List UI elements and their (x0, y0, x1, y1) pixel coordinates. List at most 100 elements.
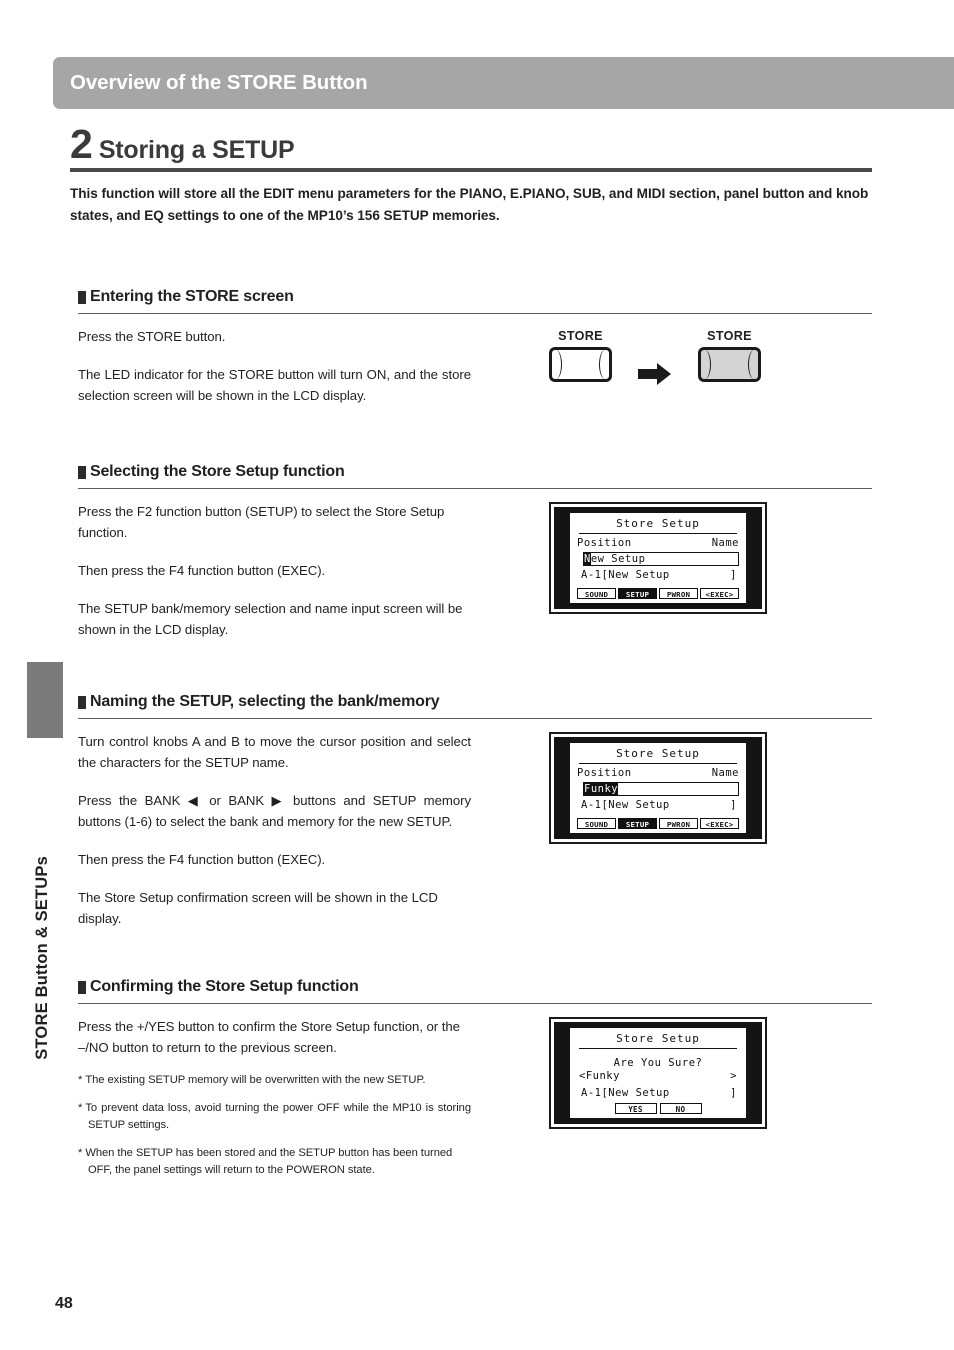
section-body: Turn control knobs A and B to move the c… (78, 732, 872, 929)
lcd-title: Store Setup (579, 748, 737, 765)
lcd-function-key-row: SOUND SETUP PWRON <EXEC> (577, 585, 739, 600)
store-button-off-unit: STORE (549, 329, 612, 383)
page-header-title: Overview of the STORE Button (70, 71, 368, 94)
lcd-fkey-setup[interactable]: SETUP (618, 818, 657, 830)
section-text-column: Turn control knobs A and B to move the c… (78, 732, 471, 929)
lcd-fkey-pwron[interactable]: PWRON (659, 588, 698, 600)
section-heading-text: Naming the SETUP, selecting the bank/mem… (90, 693, 440, 710)
section-rule (78, 488, 872, 490)
footnote-text: When the SETUP has been stored and the S… (85, 1147, 453, 1177)
lcd-bezel-frame: Store Setup Are You Sure? <Funky > A-1[N… (554, 1022, 762, 1125)
chapter-description: This function will store all the EDIT me… (70, 186, 869, 224)
lcd-label-position: Position (577, 767, 632, 780)
footnote: * To prevent data loss, avoid turning the… (78, 1100, 471, 1134)
lcd-slot-right: ] (730, 798, 737, 811)
section-marker-icon (78, 465, 86, 479)
store-button-figure: STORE STORE (549, 327, 761, 407)
lcd-slot-left: A-1[New Setup (581, 1087, 670, 1100)
section-rule (78, 718, 872, 720)
lcd-confirm-value-left: <Funky (579, 1070, 620, 1083)
lcd-title: Store Setup (579, 518, 737, 535)
lcd-label-name: Name (711, 537, 739, 550)
footnote-star-icon: * (78, 1074, 83, 1087)
footnote-star-icon: * (78, 1147, 83, 1160)
store-button-on-graphic (698, 347, 761, 383)
chapter-number: 2 (70, 121, 93, 167)
lcd-function-key-row: SOUND SETUP PWRON <EXEC> (577, 815, 739, 830)
button-bevel-left (552, 350, 562, 380)
section-text-column: Press the +/YES button to confirm the St… (78, 1017, 471, 1190)
footnote-star-icon: * (78, 1102, 83, 1115)
paragraph: Press the +/YES button to confirm the St… (78, 1019, 460, 1056)
paragraph: Turn control knobs A and B to move the c… (78, 734, 471, 771)
store-button-off-graphic (549, 347, 612, 383)
lcd-slot-left: A-1[New Setup (581, 568, 670, 581)
lcd-name-rest: ew Setup (590, 552, 646, 565)
lcd-slot-right: ] (730, 568, 737, 581)
section-entering-store-screen: Entering the STORE screen Press the STOR… (78, 288, 872, 407)
lcd-fkey-sound[interactable]: SOUND (577, 588, 616, 600)
lcd-fkey-setup[interactable]: SETUP (618, 588, 657, 600)
chapter-rule (70, 168, 872, 172)
section-marker-icon (78, 290, 86, 304)
lcd-field-labels: Position Name (577, 537, 739, 550)
lcd-name-cursor: N (584, 552, 591, 565)
footnote: * When the SETUP has been stored and the … (78, 1145, 471, 1179)
store-button-on-unit: STORE (698, 329, 761, 383)
section-marker-icon (78, 980, 86, 994)
paragraph: The Store Setup confirmation screen will… (78, 889, 438, 926)
paragraph: Press the F2 function button (SETUP) to … (78, 504, 445, 541)
arrow-right-icon (638, 362, 672, 390)
lcd-slot-right: ] (730, 1087, 737, 1100)
lcd-bezel-frame: Store Setup Position Name Funky A-1[New … (554, 737, 762, 840)
paragraph: The LED indicator for the STORE button w… (78, 367, 471, 404)
section-text-column: Press the STORE button. The LED indicato… (78, 327, 471, 407)
section-heading: Naming the SETUP, selecting the bank/mem… (78, 693, 872, 711)
section-heading: Entering the STORE screen (78, 288, 872, 306)
lcd-display-confirm: Store Setup Are You Sure? <Funky > A-1[N… (549, 1017, 767, 1130)
section-text-column: Press the F2 function button (SETUP) to … (78, 502, 471, 640)
lcd-display-naming-setup: Store Setup Position Name Funky A-1[New … (549, 732, 767, 845)
paragraph: Press the STORE button. (78, 329, 226, 345)
lcd-field-labels: Position Name (577, 767, 739, 780)
lcd-name-input[interactable]: Funky (583, 781, 739, 796)
lcd-slot-row: A-1[New Setup ] (581, 1087, 737, 1100)
lcd-name-input[interactable]: New Setup (583, 551, 739, 566)
lcd-title: Store Setup (579, 1033, 737, 1050)
section-selecting-store-setup: Selecting the Store Setup function Press… (78, 463, 872, 641)
lcd-fkey-sound[interactable]: SOUND (577, 818, 616, 830)
section-figure-column: Store Setup Are You Sure? <Funky > A-1[N… (471, 1017, 872, 1190)
store-button-on-caption: STORE (707, 329, 752, 344)
lcd-screen: Store Setup Position Name Funky A-1[New … (570, 743, 746, 834)
lcd-button-yes[interactable]: YES (614, 1103, 657, 1115)
lcd-button-no[interactable]: NO (659, 1103, 702, 1115)
section-body: Press the STORE button. The LED indicato… (78, 327, 872, 407)
section-body: Press the +/YES button to confirm the St… (78, 1017, 872, 1190)
lcd-display-store-setup: Store Setup Position Name New Setup A-1[… (549, 502, 767, 615)
section-figure-column: Store Setup Position Name Funky A-1[New … (471, 732, 872, 929)
section-naming-setup: Naming the SETUP, selecting the bank/mem… (78, 693, 872, 929)
section-rule (78, 313, 872, 315)
section-heading-text: Confirming the Store Setup function (90, 978, 359, 995)
section-heading-text: Selecting the Store Setup function (90, 463, 345, 480)
lcd-fkey-exec[interactable]: <EXEC> (700, 588, 739, 600)
lcd-slot-left: A-1[New Setup (581, 798, 670, 811)
paragraph: Press the BANK ◀ or BANK ▶ buttons and S… (78, 793, 471, 829)
section-heading: Confirming the Store Setup function (78, 978, 872, 996)
lcd-fkey-pwron[interactable]: PWRON (659, 818, 698, 830)
lcd-screen: Store Setup Are You Sure? <Funky > A-1[N… (570, 1028, 746, 1119)
store-button-off-caption: STORE (558, 329, 603, 344)
sidebar-chapter-tab (27, 662, 63, 738)
footnote-text: To prevent data loss, avoid turning the … (85, 1102, 471, 1132)
chapter-title-row: 2 Storing a SETUP (70, 121, 872, 167)
lcd-bezel-frame: Store Setup Position Name New Setup A-1[… (554, 507, 762, 610)
paragraph: The SETUP bank/memory selection and name… (78, 600, 463, 637)
lcd-yesno-row: YES NO (577, 1100, 739, 1115)
lcd-slot-row: A-1[New Setup ] (581, 799, 737, 812)
lcd-name-cursor: Funky (584, 782, 619, 795)
lcd-confirm-value-row: <Funky > (579, 1070, 737, 1083)
button-bevel-left (701, 350, 711, 380)
lcd-fkey-exec[interactable]: <EXEC> (700, 818, 739, 830)
paragraph: Then press the F4 function button (EXEC)… (78, 851, 326, 867)
section-body: Press the F2 function button (SETUP) to … (78, 502, 872, 640)
